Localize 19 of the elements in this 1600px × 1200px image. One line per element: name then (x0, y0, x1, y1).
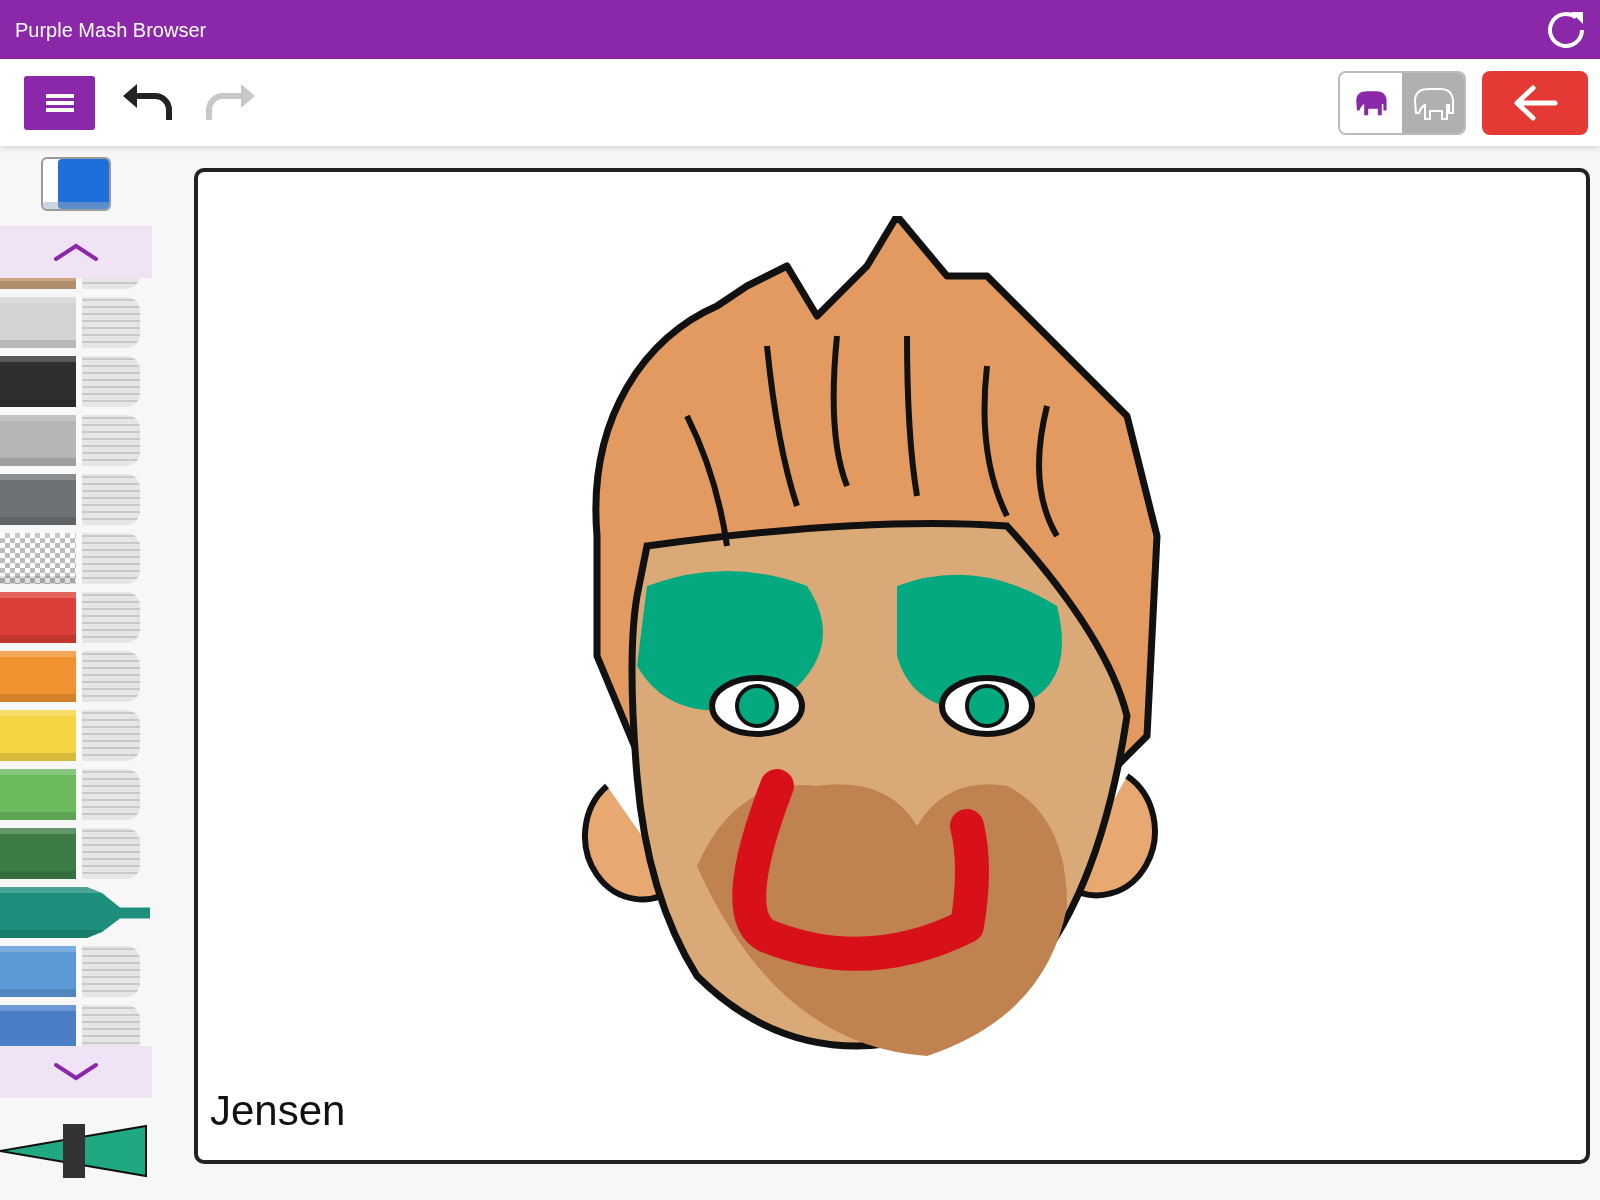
elephant-icon (1353, 88, 1389, 117)
brush-size-slider[interactable] (0, 1122, 148, 1180)
chevron-down-icon (53, 1062, 99, 1082)
pen[interactable] (0, 887, 150, 938)
large-elephant-toggle[interactable] (1402, 72, 1464, 133)
menu-button[interactable] (24, 75, 95, 130)
drawing-caption: Jensen (210, 1086, 346, 1136)
drawing-canvas[interactable]: Jensen (194, 168, 1590, 1164)
scroll-down-button[interactable] (0, 1046, 152, 1098)
window-title: Purple Mash Browser (15, 17, 207, 43)
slider-thumb[interactable] (63, 1124, 85, 1178)
menu-icon (45, 91, 74, 114)
scroll-up-button[interactable] (0, 226, 152, 278)
chevron-up-icon (53, 242, 99, 262)
pen[interactable] (0, 356, 76, 407)
eraser-icon[interactable] (40, 156, 112, 212)
back-button[interactable] (1482, 70, 1588, 135)
pen[interactable] (0, 533, 76, 584)
left-arrow-icon (1511, 83, 1559, 122)
